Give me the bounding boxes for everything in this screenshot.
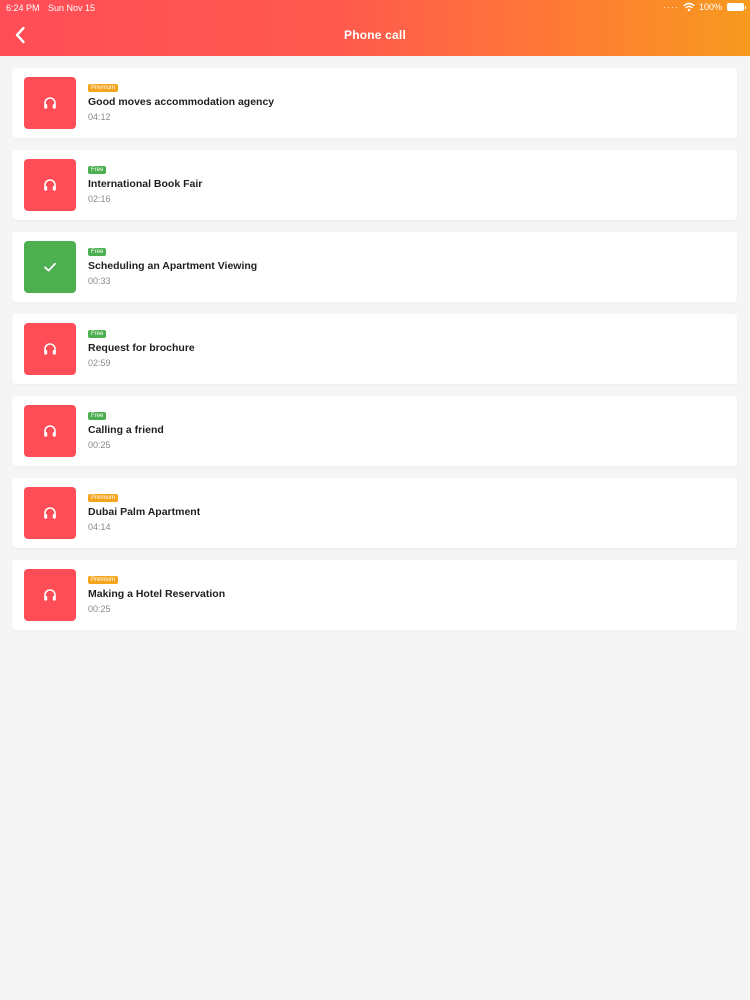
call-card[interactable]: Premium Dubai Palm Apartment 04:14: [12, 478, 737, 548]
call-card[interactable]: Free Calling a friend 00:25: [12, 396, 737, 466]
call-title: Request for brochure: [88, 342, 195, 354]
play-thumbnail[interactable]: [24, 159, 76, 211]
call-duration: 00:33: [88, 276, 111, 286]
call-card[interactable]: Free Scheduling an Apartment Viewing 00:33: [12, 232, 737, 302]
call-card[interactable]: Free Request for brochure 02:59: [12, 314, 737, 384]
headphones-icon: [44, 425, 56, 437]
headphones-icon: [44, 343, 56, 355]
call-duration: 04:14: [88, 522, 111, 532]
call-duration: 00:25: [88, 440, 111, 450]
premium-badge: Premium: [88, 494, 119, 502]
free-badge: Free: [88, 248, 107, 256]
call-list: Premium Good moves accommodation agency 04…: [12, 68, 737, 642]
play-thumbnail[interactable]: [24, 323, 76, 375]
page-title: Phone call: [343, 28, 407, 42]
free-badge: Free: [88, 412, 107, 420]
status-time: 6:24 PM: [6, 3, 40, 13]
call-title: Scheduling an Apartment Viewing: [88, 260, 258, 272]
premium-badge: Premium: [88, 576, 119, 584]
call-duration: 04:12: [88, 112, 111, 122]
status-bar: 6:24 PM Sun Nov 15 ···· 100%: [0, 0, 750, 16]
headphones-icon: [44, 97, 56, 109]
check-icon: [44, 262, 56, 272]
call-duration: 00:25: [88, 604, 111, 614]
headphones-icon: [44, 179, 56, 191]
call-title: Good moves accommodation agency: [88, 96, 275, 108]
headphones-icon: [44, 507, 56, 519]
call-card[interactable]: Premium Good moves accommodation agency 04…: [12, 68, 737, 138]
app-header: 6:24 PM Sun Nov 15 ···· 100% Phone call: [0, 0, 750, 56]
call-title: Making a Hotel Reservation: [88, 588, 226, 600]
wifi-icon: [683, 2, 695, 12]
premium-badge: Premium: [88, 84, 119, 92]
status-indicators: ···· 100%: [662, 2, 746, 12]
play-thumbnail[interactable]: [24, 405, 76, 457]
play-thumbnail[interactable]: [24, 77, 76, 129]
call-duration: 02:59: [88, 358, 111, 368]
call-card[interactable]: Premium Making a Hotel Reservation 00:25: [12, 560, 737, 630]
call-title: Dubai Palm Apartment: [88, 506, 201, 518]
completed-thumbnail[interactable]: [24, 241, 76, 293]
headphones-icon: [44, 589, 56, 601]
call-card[interactable]: Free International Book Fair 02:16: [12, 150, 737, 220]
play-thumbnail[interactable]: [24, 487, 76, 539]
free-badge: Free: [88, 166, 107, 174]
status-date: Sun Nov 15: [48, 3, 96, 13]
call-title: International Book Fair: [88, 178, 203, 190]
battery-icon: [727, 3, 746, 11]
call-title: Calling a friend: [88, 424, 164, 436]
call-duration: 02:16: [88, 194, 111, 204]
free-badge: Free: [88, 330, 107, 338]
play-thumbnail[interactable]: [24, 569, 76, 621]
battery-percent: 100%: [698, 2, 722, 12]
signal-icon: ····: [662, 2, 679, 12]
